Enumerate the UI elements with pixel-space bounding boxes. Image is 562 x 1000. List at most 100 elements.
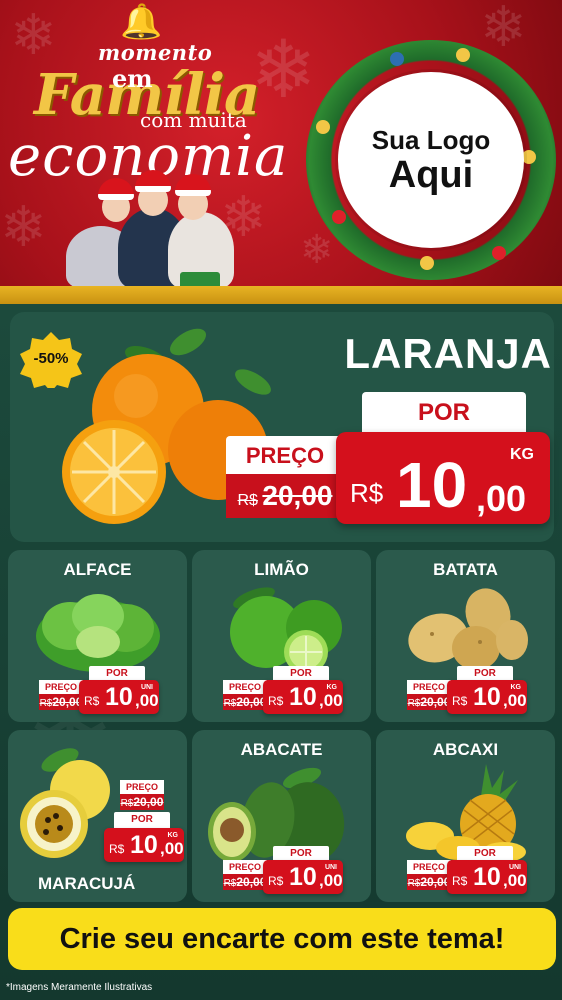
old-currency: R$ xyxy=(407,698,421,709)
logo-text-line1: Sua Logo xyxy=(371,124,491,155)
price-currency: R$ xyxy=(268,874,284,888)
preco-label: PREÇO xyxy=(223,860,267,874)
product-card-maracuja: PREÇO R$20,00 POR KG R$ 10 ,00 MARACUJÁ xyxy=(8,730,187,902)
price-currency: R$ xyxy=(452,874,468,888)
potato-image xyxy=(408,588,528,670)
discount-badge-label-wrap: -50% xyxy=(20,332,82,388)
product-card-limao: LIMÃO POR PREÇO R$20,00 KG R$ 10 ,00 xyxy=(192,550,371,722)
price-tag: KG R$ 10 ,00 xyxy=(263,680,343,714)
old-currency: R$ xyxy=(120,798,134,809)
preco-label: PREÇO xyxy=(120,780,164,794)
preco-label: PREÇO xyxy=(39,680,83,694)
old-currency: R$ xyxy=(223,878,237,889)
old-price: R$20,00 xyxy=(39,694,83,710)
price-tag: UNI R$ 10 ,00 xyxy=(79,680,159,714)
hero-price-tag: KG R$ 10 ,00 xyxy=(336,432,550,524)
ornament-icon xyxy=(456,48,470,62)
product-name: BATATA xyxy=(433,560,498,579)
hero-price-unit: KG xyxy=(510,446,534,463)
old-price: R$20,00 xyxy=(223,874,267,890)
product-card-abacaxi: ABCAXI POR PREÇO R$20,00 UNI R$ 10 ,00 xyxy=(376,730,555,902)
snowflake-icon: ❄ xyxy=(300,227,334,273)
lime-image xyxy=(230,587,342,674)
hero-price-currency: R$ xyxy=(350,478,384,508)
snowflake-icon: ❄ xyxy=(0,195,47,260)
family-photo xyxy=(62,170,237,293)
ornament-icon xyxy=(492,246,506,260)
price-decimal: ,00 xyxy=(319,691,343,710)
old-value: 20,00 xyxy=(420,875,451,889)
product-name: ALFACE xyxy=(63,560,132,579)
header-banner: ❄ ❄ ❄ ❄ ❄ ❄ 🔔 momento Família em com mui… xyxy=(0,0,562,300)
price-decimal: ,00 xyxy=(319,871,343,890)
product-name: ABCAXI xyxy=(432,740,499,759)
price-currency: R$ xyxy=(268,694,284,708)
price-tag: KG R$ 10 ,00 xyxy=(447,680,527,714)
price-decimal: ,00 xyxy=(503,691,527,710)
price-integer: 10 xyxy=(289,863,317,891)
old-price: R$20,00 xyxy=(407,694,451,710)
preco-label: PREÇO xyxy=(407,860,451,874)
price-currency: R$ xyxy=(452,694,468,708)
price-integer: 10 xyxy=(105,683,133,711)
old-currency: R$ xyxy=(407,878,421,889)
preco-label: PREÇO xyxy=(407,680,451,694)
price-integer: 10 xyxy=(473,683,501,711)
price-currency: R$ xyxy=(109,842,125,856)
price-decimal: ,00 xyxy=(160,839,184,858)
old-currency: R$ xyxy=(39,698,53,709)
old-value: 20,00 xyxy=(236,695,267,709)
headline-em: em xyxy=(112,64,153,93)
price-decimal: ,00 xyxy=(503,871,527,890)
price-unit: UNI xyxy=(140,684,153,691)
product-name: MARACUJÁ xyxy=(38,874,136,893)
header-gold-border xyxy=(0,286,562,306)
disclaimer-text: *Imagens Meramente Ilustrativas xyxy=(6,982,153,993)
old-price: R$20,00 xyxy=(407,874,451,890)
bells-icon: 🔔 xyxy=(120,2,163,42)
price-integer: 10 xyxy=(473,863,501,891)
price-tag: KG R$ 10 ,00 xyxy=(104,828,184,862)
price-unit: KG xyxy=(326,684,338,691)
price-unit: UNI xyxy=(508,864,521,871)
old-value: 20,00 xyxy=(420,695,451,709)
product-name: LIMÃO xyxy=(254,560,309,579)
old-value: 20,00 xyxy=(52,695,83,709)
logo-placeholder: Sua Logo Aqui xyxy=(338,72,524,248)
old-value: 20,00 xyxy=(236,875,267,889)
hero-por-label: POR xyxy=(362,392,526,432)
price-currency: R$ xyxy=(84,694,100,708)
lettuce-image xyxy=(36,594,160,672)
logo-text-line2: Aqui xyxy=(388,153,474,196)
ornament-icon xyxy=(316,120,330,134)
product-card-batata: BATATA POR PREÇO R$20,00 KG R$ 10 ,00 xyxy=(376,550,555,722)
snowflake-icon: ❄ xyxy=(10,3,57,68)
hero-price-integer: 10 xyxy=(396,449,468,521)
price-unit: UNI xyxy=(324,864,337,871)
ornament-icon xyxy=(390,52,404,66)
hero-product-name: LARANJA xyxy=(344,330,552,377)
hero-old-currency: R$ xyxy=(237,492,258,509)
product-card-alface: ALFACE POR PREÇO R$20,00 UNI R$ 10 ,00 xyxy=(8,550,187,722)
product-card-abacate: ABACATE POR PREÇO R$20,00 UNI R$ 10 ,00 xyxy=(192,730,371,902)
snowflake-icon: ❄ xyxy=(250,23,318,116)
price-tag: UNI R$ 10 ,00 xyxy=(263,860,343,894)
hero-old-value: 20,00 xyxy=(262,480,333,511)
hero-price-decimal: ,00 xyxy=(476,478,527,519)
price-tag: UNI R$ 10 ,00 xyxy=(447,860,527,894)
ornament-icon xyxy=(522,150,536,164)
price-integer: 10 xyxy=(289,683,317,711)
old-value: 20,00 xyxy=(133,795,164,809)
preco-label: PREÇO xyxy=(223,680,267,694)
cta-banner[interactable]: Crie seu encarte com este tema! xyxy=(8,908,556,970)
price-decimal: ,00 xyxy=(135,691,159,710)
old-price: R$20,00 xyxy=(120,794,164,810)
old-price: R$20,00 xyxy=(223,694,267,710)
price-unit: KG xyxy=(510,684,522,691)
snowflake-icon: ❄ xyxy=(480,0,527,60)
por-label: POR xyxy=(114,812,170,828)
discount-text: -50% xyxy=(33,350,69,367)
product-name: ABACATE xyxy=(240,740,323,759)
hero-old-price: R$ 20,00 xyxy=(226,474,344,518)
ornament-icon xyxy=(332,210,346,224)
